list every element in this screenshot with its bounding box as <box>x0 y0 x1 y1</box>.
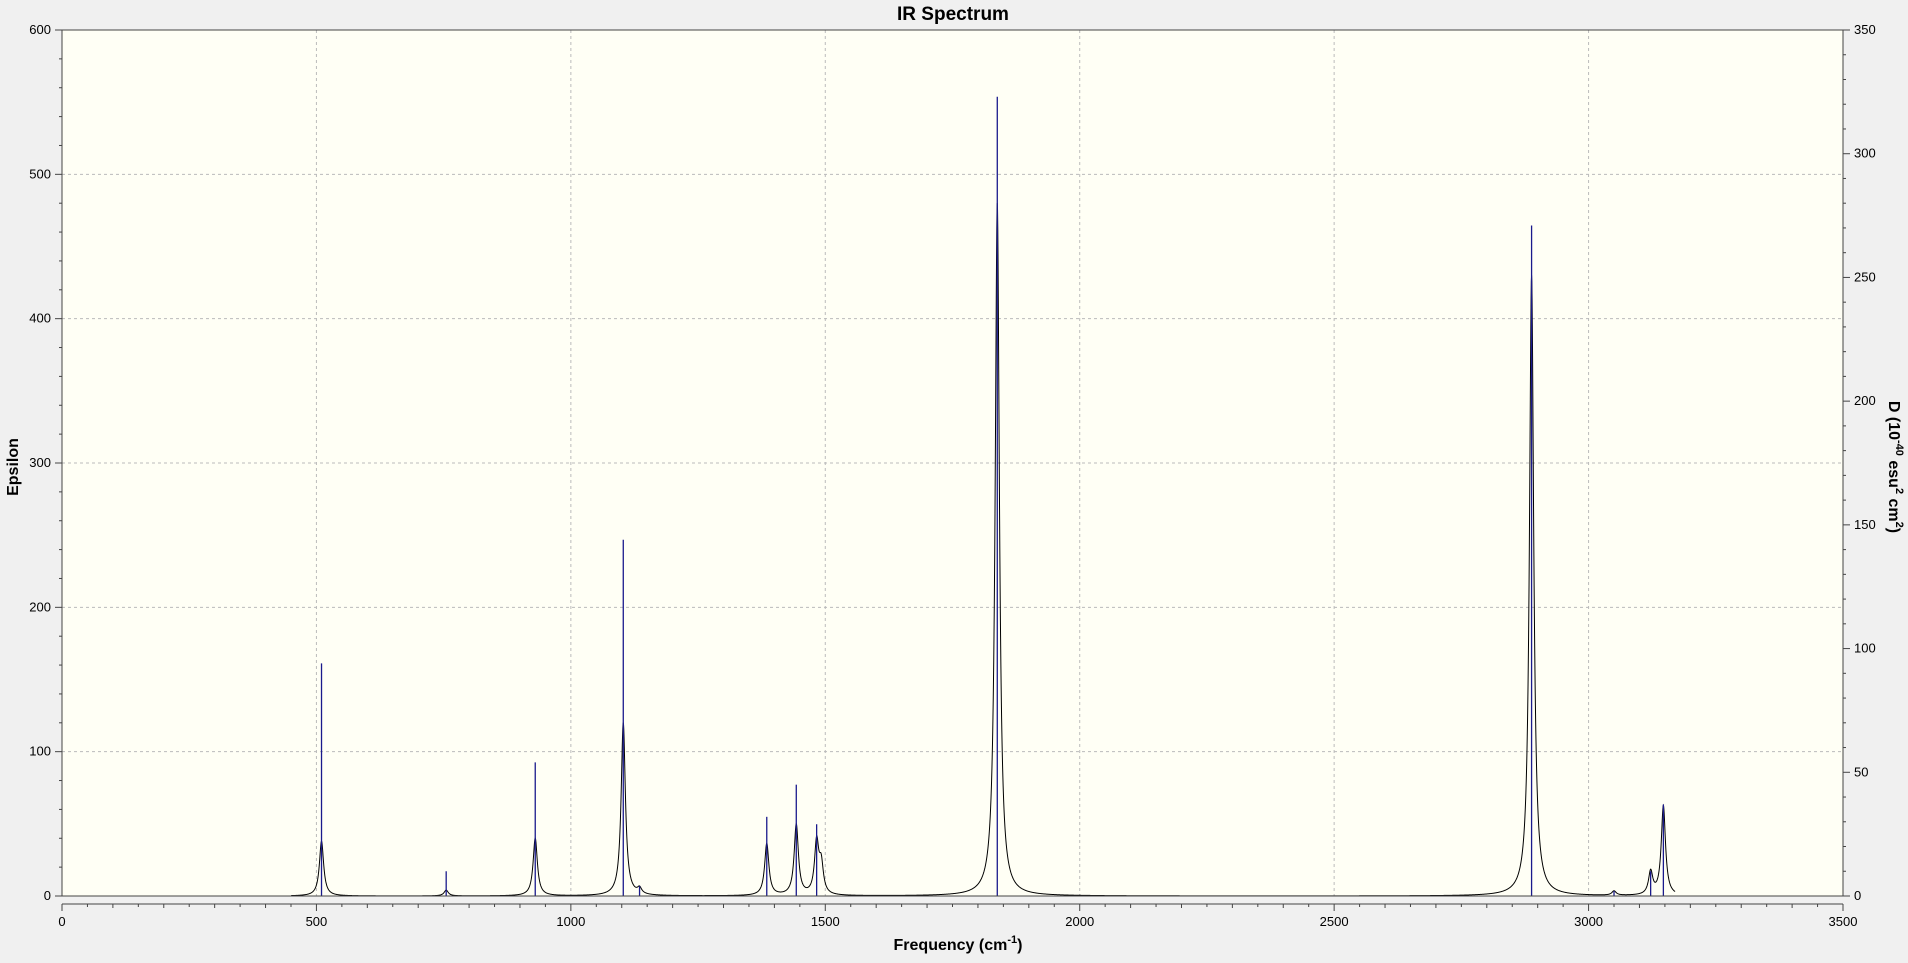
y2-title-part-4: cm <box>1885 494 1902 522</box>
x-tick-label-1: 500 <box>306 914 328 929</box>
y2-tick-label-4: 200 <box>1854 393 1876 408</box>
y2-title-part-0: D (10 <box>1885 401 1902 440</box>
chart-svg: IR Spectrum 0 500 1000 1500 2000 2500 3000 3500… <box>0 0 1908 958</box>
y2-tick-label-0: 0 <box>1854 888 1861 903</box>
ir-spectrum-chart: IR Spectrum 0 500 1000 1500 2000 2500 3000 3500… <box>0 0 1908 958</box>
y2-tick-label-3: 150 <box>1854 517 1876 532</box>
x-tick-label-2: 1000 <box>556 914 585 929</box>
x-tick-label-0: 0 <box>58 914 65 929</box>
y2-tick-label-1: 50 <box>1854 764 1868 779</box>
x-tick-label-4: 2000 <box>1065 914 1094 929</box>
x-tick-label-3: 1500 <box>811 914 840 929</box>
y-tick-label-2: 200 <box>29 599 51 614</box>
chart-title: IR Spectrum <box>897 4 1009 25</box>
x-axis-title-main: Frequency (cm <box>894 937 1008 954</box>
y2-title-part-1: -40 <box>1893 440 1905 456</box>
y-tick-label-5: 500 <box>29 166 51 181</box>
x-tick-label-6: 3000 <box>1574 914 1603 929</box>
y-tick-label-4: 400 <box>29 311 51 326</box>
y2-title-part-2: esu <box>1885 456 1902 488</box>
x-axis-title-sup: -1 <box>1007 934 1017 946</box>
x-tick-label-5: 2500 <box>1320 914 1349 929</box>
y2-tick-label-2: 100 <box>1854 641 1876 656</box>
y-tick-label-0: 0 <box>44 888 51 903</box>
y2-tick-label-7: 350 <box>1854 22 1876 37</box>
y2-tick-label-5: 250 <box>1854 269 1876 284</box>
y-tick-label-1: 100 <box>29 744 51 759</box>
x-axis-title-end: ) <box>1017 937 1022 954</box>
y2-axis-title: D (10-40 esu2 cm2) <box>1885 401 1905 533</box>
y-tick-label-6: 600 <box>29 22 51 37</box>
y-tick-label-3: 300 <box>29 455 51 470</box>
y2-tick-label-6: 300 <box>1854 146 1876 161</box>
x-tick-label-7: 3500 <box>1829 914 1858 929</box>
x-axis-title: Frequency (cm-1) <box>894 934 1023 954</box>
y-axis-title: Epsilon <box>5 438 22 496</box>
y2-title-part-6: ) <box>1885 528 1902 533</box>
